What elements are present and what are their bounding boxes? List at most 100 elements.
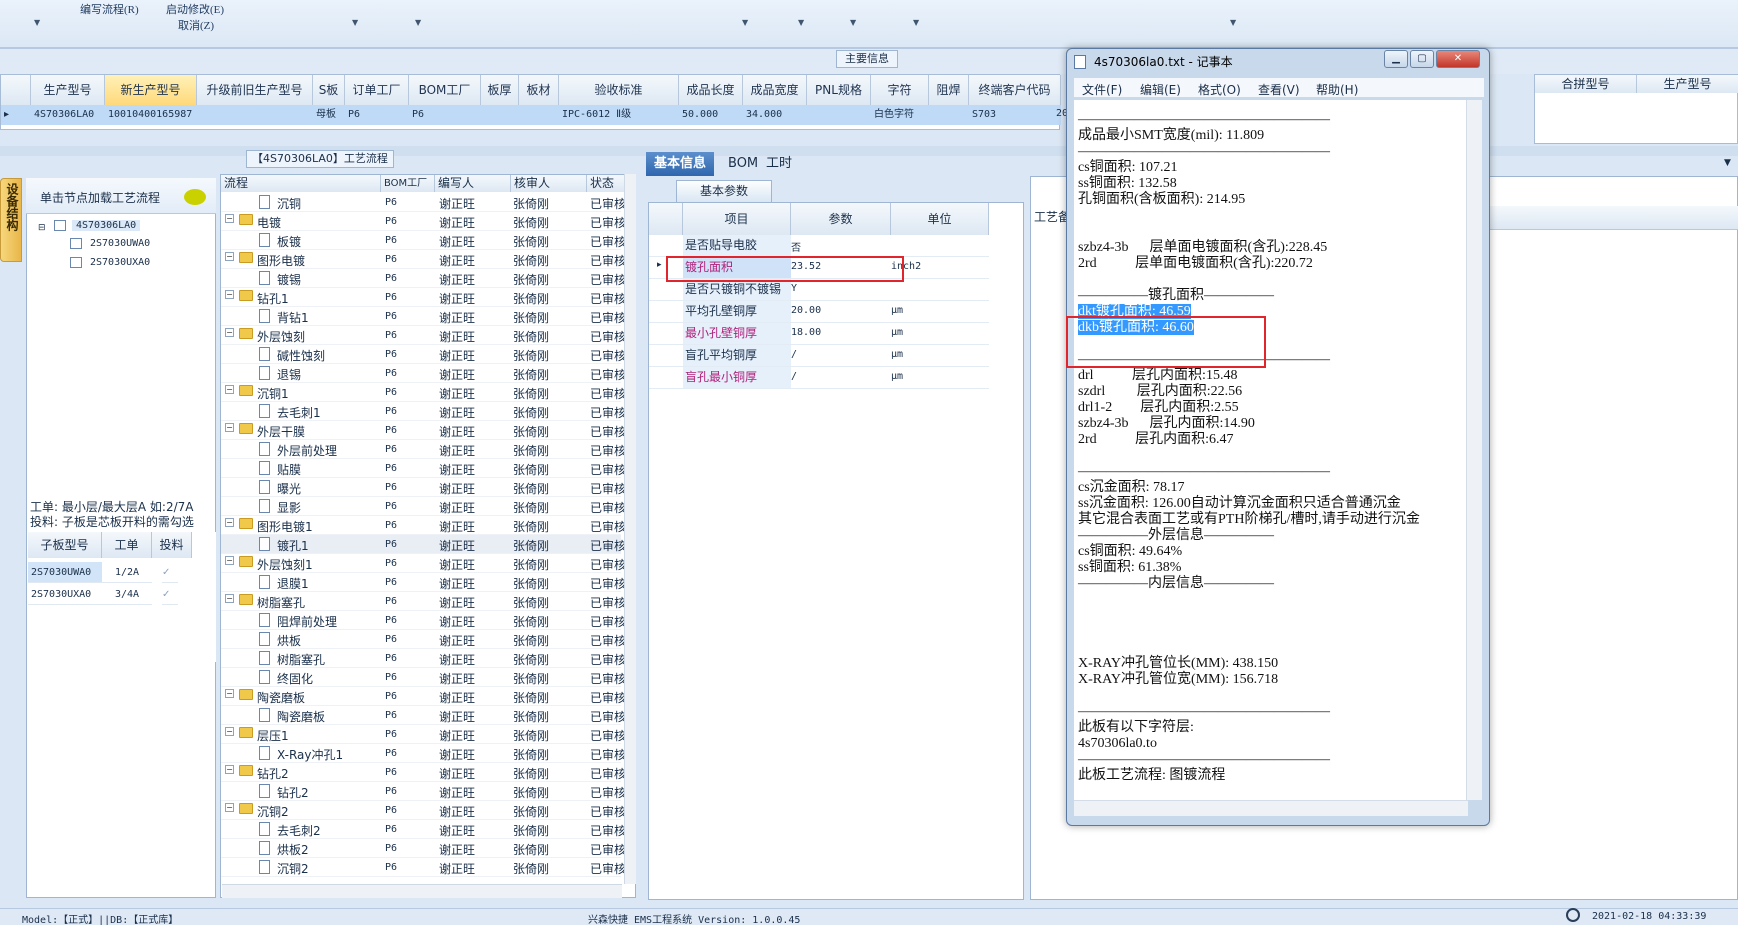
table-row[interactable]: 镀孔1 P6 谢正旺 张倚刚 已审核 bbox=[221, 535, 626, 554]
param-row[interactable]: 是否贴导电胶否 bbox=[649, 235, 989, 257]
tree-toggle-icon[interactable]: − bbox=[225, 290, 234, 299]
table-row[interactable]: 退膜1 P6 谢正旺 张倚刚 已审核 bbox=[221, 573, 626, 592]
dropdown-arrow-icon[interactable]: ▼ bbox=[742, 18, 748, 27]
grid-header-length[interactable]: 成品长度 bbox=[679, 75, 743, 105]
params-header-value[interactable]: 参数 bbox=[791, 203, 891, 235]
dropdown-arrow-icon[interactable]: ▼ bbox=[798, 18, 804, 27]
table-row[interactable]: 终固化 P6 谢正旺 张倚刚 已审核 bbox=[221, 668, 626, 687]
table-row[interactable]: − 外层蚀刻 P6 谢正旺 张倚刚 已审核 bbox=[221, 326, 626, 345]
table-header[interactable]: 投料 bbox=[152, 532, 192, 558]
grid-header-mask[interactable]: 阻焊 bbox=[929, 75, 969, 105]
tree-toggle-icon[interactable]: − bbox=[225, 328, 234, 337]
notepad-text-area[interactable]: —————————————————— 成品最小SMT宽度(mil): 11.80… bbox=[1074, 100, 1468, 800]
table-row[interactable]: 陶瓷磨板 P6 谢正旺 张倚刚 已审核 bbox=[221, 706, 626, 725]
dropdown-arrow-icon[interactable]: ▼ bbox=[850, 18, 856, 27]
tab-basic-info[interactable]: 基本信息 bbox=[646, 152, 715, 176]
dropdown-arrow-icon[interactable]: ▼ bbox=[1230, 18, 1236, 27]
table-cell[interactable]: S703 bbox=[969, 105, 1061, 125]
table-row[interactable]: − 外层干膜 P6 谢正旺 张倚刚 已审核 bbox=[221, 421, 626, 440]
param-row[interactable]: 最小孔壁铜厚 18.00 μm bbox=[649, 323, 989, 345]
table-row[interactable]: 烘板2 P6 谢正旺 张倚刚 已审核 bbox=[221, 839, 626, 858]
table-row[interactable]: − 电镀 P6 谢正旺 张倚刚 已审核 bbox=[221, 212, 626, 231]
grid-header-order-factory[interactable]: 订单工厂 bbox=[345, 75, 409, 105]
tree-toggle-icon[interactable]: − bbox=[225, 803, 234, 812]
table-cell[interactable]: 50.000 bbox=[679, 105, 743, 125]
param-value[interactable]: / bbox=[791, 371, 797, 382]
table-cell[interactable]: IPC-6012 Ⅱ级 bbox=[559, 105, 679, 125]
tree-node-child[interactable]: 2S7030UXA0 bbox=[90, 257, 150, 268]
table-cell[interactable]: 1/2A bbox=[102, 562, 152, 583]
menu-file[interactable]: 文件(F) bbox=[1082, 81, 1122, 98]
grid-header-customer-code[interactable]: 终端客户代码 bbox=[969, 75, 1061, 105]
device-structure-tab[interactable]: 设备结构 bbox=[0, 178, 22, 262]
tree-node-root[interactable]: 4S70306LA0 bbox=[72, 220, 141, 231]
table-row[interactable]: − 钻孔2 P6 谢正旺 张倚刚 已审核 bbox=[221, 763, 626, 782]
vertical-scrollbar[interactable] bbox=[1466, 100, 1482, 800]
table-cell[interactable] bbox=[929, 105, 969, 125]
tree-header-flow[interactable]: 流程 bbox=[221, 175, 381, 192]
table-row[interactable]: 碱性蚀刻 P6 谢正旺 张倚刚 已审核 bbox=[221, 345, 626, 364]
table-row[interactable]: 贴膜 P6 谢正旺 张倚刚 已审核 bbox=[221, 459, 626, 478]
grid-header-thickness[interactable]: 板厚 bbox=[481, 75, 519, 105]
table-row[interactable]: 镀锡 P6 谢正旺 张倚刚 已审核 bbox=[221, 269, 626, 288]
table-cell[interactable] bbox=[807, 105, 871, 125]
tree-toggle-icon[interactable]: − bbox=[225, 252, 234, 261]
collapse-arrow-icon[interactable]: ▼ bbox=[1724, 158, 1731, 168]
table-cell[interactable]: 34.000 bbox=[743, 105, 807, 125]
table-cell[interactable]: 白色字符 bbox=[871, 105, 929, 125]
grid-header-width[interactable]: 成品宽度 bbox=[743, 75, 807, 105]
table-cell[interactable]: 3/4A bbox=[102, 584, 152, 605]
table-row[interactable]: − 陶瓷磨板 P6 谢正旺 张倚刚 已审核 bbox=[221, 687, 626, 706]
close-button[interactable]: ✕ bbox=[1436, 50, 1480, 68]
table-cell[interactable]: P6 bbox=[345, 105, 409, 125]
dropdown-arrow-icon[interactable]: ▼ bbox=[913, 18, 919, 27]
table-cell[interactable]: 4S70306LA0 bbox=[31, 105, 105, 125]
dropdown-arrow-icon[interactable]: ▼ bbox=[352, 18, 358, 27]
table-cell[interactable]: 2S7030UWA0 bbox=[28, 562, 102, 583]
table-row[interactable]: 板镀 P6 谢正旺 张倚刚 已审核 bbox=[221, 231, 626, 250]
table-row[interactable]: 钻孔2 P6 谢正旺 张倚刚 已审核 bbox=[221, 782, 626, 801]
tree-header-writer[interactable]: 编写人 bbox=[435, 175, 511, 192]
menu-help[interactable]: 帮助(H) bbox=[1316, 81, 1358, 98]
param-value[interactable]: Y bbox=[791, 283, 797, 294]
tree-toggle-icon[interactable]: − bbox=[225, 689, 234, 698]
tree-toggle-icon[interactable]: ⊟ bbox=[38, 223, 46, 233]
table-row[interactable]: 去毛刺1 P6 谢正旺 张倚刚 已审核 bbox=[221, 402, 626, 421]
edit-flow-menu[interactable]: 编写流程(R) bbox=[80, 1, 139, 17]
menu-edit[interactable]: 编辑(E) bbox=[1140, 81, 1181, 98]
grid-header-acceptance[interactable]: 验收标准 bbox=[559, 75, 679, 105]
table-row[interactable]: 阻焊前处理 P6 谢正旺 张倚刚 已审核 bbox=[221, 611, 626, 630]
feed-checkbox[interactable]: ✓ bbox=[162, 584, 178, 605]
table-cell[interactable]: 母板 bbox=[313, 105, 345, 125]
grid-header-new-prod-model[interactable]: 新生产型号 bbox=[105, 75, 197, 105]
table-row[interactable]: − 树脂塞孔 P6 谢正旺 张倚刚 已审核 bbox=[221, 592, 626, 611]
feed-checkbox[interactable]: ✓ bbox=[162, 562, 178, 583]
table-row[interactable]: − 钻孔1 P6 谢正旺 张倚刚 已审核 bbox=[221, 288, 626, 307]
tab-work-hours[interactable]: 工时 bbox=[758, 152, 800, 176]
tree-toggle-icon[interactable]: − bbox=[225, 423, 234, 432]
table-cell[interactable] bbox=[197, 105, 313, 125]
table-row[interactable]: − 外层蚀刻1 P6 谢正旺 张倚刚 已审核 bbox=[221, 554, 626, 573]
table-row[interactable]: 烘板 P6 谢正旺 张倚刚 已审核 bbox=[221, 630, 626, 649]
grid-header-material[interactable]: 板材 bbox=[519, 75, 559, 105]
grid-header-prod-model-2[interactable]: 生产型号 bbox=[1637, 75, 1738, 93]
table-cell[interactable]: P6 bbox=[409, 105, 481, 125]
tree-toggle-icon[interactable]: − bbox=[225, 556, 234, 565]
param-row[interactable]: 平均孔壁铜厚 20.00 μm bbox=[649, 301, 989, 323]
table-cell[interactable] bbox=[481, 105, 519, 125]
start-modify-menu[interactable]: 启动修改(E) bbox=[166, 1, 224, 17]
table-row[interactable]: 显影 P6 谢正旺 张倚刚 已审核 bbox=[221, 497, 626, 516]
horizontal-scrollbar[interactable] bbox=[222, 884, 622, 898]
table-row[interactable]: − 图形电镀 P6 谢正旺 张倚刚 已审核 bbox=[221, 250, 626, 269]
table-row[interactable]: X-Ray冲孔1 P6 谢正旺 张倚刚 已审核 bbox=[221, 744, 626, 763]
tree-toggle-icon[interactable]: − bbox=[225, 727, 234, 736]
grid-header-char[interactable]: 字符 bbox=[871, 75, 929, 105]
param-value[interactable]: 否 bbox=[791, 239, 801, 254]
param-row[interactable]: 盲孔最小铜厚 / μm bbox=[649, 367, 989, 389]
menu-view[interactable]: 查看(V) bbox=[1258, 81, 1300, 98]
param-value[interactable]: 18.00 bbox=[791, 327, 821, 338]
table-row[interactable]: 退锡 P6 谢正旺 张倚刚 已审核 bbox=[221, 364, 626, 383]
param-row[interactable]: 盲孔平均铜厚 / μm bbox=[649, 345, 989, 367]
tab-basic-params[interactable]: 基本参数 bbox=[676, 180, 772, 202]
params-header-item[interactable]: 项目 bbox=[683, 203, 791, 235]
